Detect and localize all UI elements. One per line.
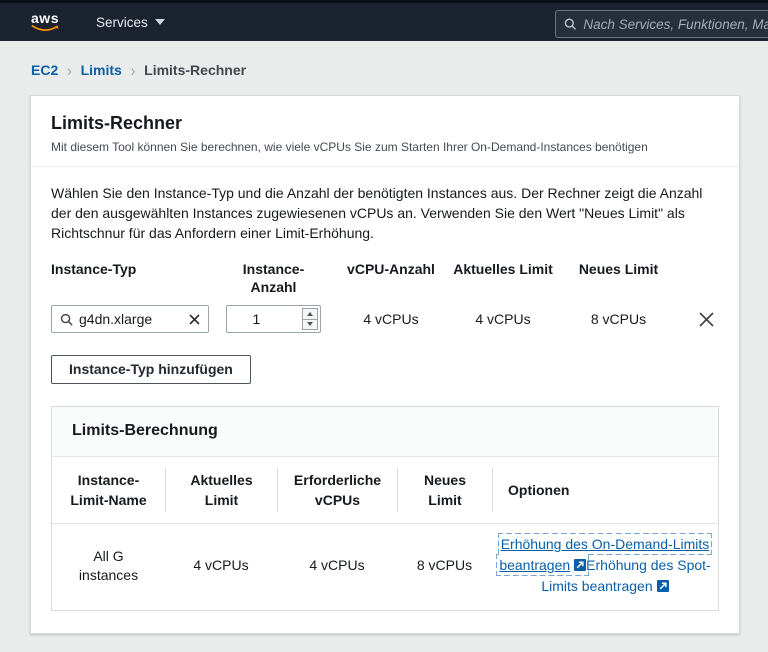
instance-type-input[interactable]	[79, 311, 189, 327]
close-icon	[189, 313, 200, 325]
search-icon	[60, 313, 73, 326]
new-limit-value: 8 vCPUs	[590, 311, 647, 327]
page-title: Limits-Rechner	[51, 113, 183, 133]
label-new-limit: Neues Limit	[578, 261, 659, 277]
chevron-down-icon	[154, 19, 165, 25]
aws-logo-text: aws	[31, 9, 59, 26]
breadcrumb-separator-icon: ›	[130, 60, 136, 80]
col-instance-limit-name: Instance-Limit-Name	[70, 472, 147, 508]
label-instance-count: Instance-Anzahl	[242, 261, 305, 295]
current-limit-value: 4 vCPUs	[475, 311, 531, 327]
top-navigation-bar: aws Services Nach Services, Funktionen, …	[0, 0, 768, 41]
add-instance-type-button[interactable]: Instance-Typ hinzufügen	[51, 355, 251, 384]
breadcrumb-current: Limits-Rechner	[144, 62, 247, 78]
calc-table-header: Instance-Limit-Name Aktuelles Limit Erfo…	[52, 457, 718, 524]
remove-row-button[interactable]	[698, 311, 715, 328]
panel-header: Limits-Rechner Mit diesem Tool können Si…	[31, 96, 739, 167]
breadcrumb: EC2 › Limits › Limits-Rechner	[31, 60, 768, 80]
instance-type-row: 4 vCPUs 4 vCPUs 8 vCPUs	[51, 305, 719, 333]
limit-name-cell: All G instances	[78, 547, 139, 583]
instance-type-search-box	[51, 305, 209, 333]
external-link-icon	[574, 559, 587, 571]
breadcrumb-limits[interactable]: Limits	[81, 62, 122, 78]
label-vcpu-count: vCPU-Anzahl	[347, 261, 435, 277]
clear-instance-type-button[interactable]	[189, 313, 200, 325]
close-icon	[698, 311, 714, 327]
limits-calculator-panel: Limits-Rechner Mit diesem Tool können Si…	[30, 95, 740, 634]
nav-search-box[interactable]: Nach Services, Funktionen, Marketp	[555, 10, 768, 38]
arrow-down-icon	[307, 322, 313, 327]
external-link-icon	[656, 580, 669, 592]
options-cell: Erhöhung des On-Demand-Limits beantragen…	[492, 533, 718, 597]
stepper-down-button[interactable]	[303, 318, 317, 330]
current-limit-cell: 4 vCPUs	[193, 557, 249, 573]
table-row: All G instances 4 vCPUs 4 vCPUs 8 vCPUs …	[52, 524, 718, 610]
aws-logo[interactable]: aws	[30, 9, 60, 33]
arrow-up-icon	[307, 311, 313, 316]
col-required-vcpus: Erforderliche vCPUs	[277, 468, 397, 512]
breadcrumb-ec2[interactable]: EC2	[31, 62, 58, 78]
search-icon	[564, 18, 576, 30]
search-placeholder: Nach Services, Funktionen, Marketp	[583, 16, 768, 32]
instance-count-box	[226, 305, 321, 333]
services-menu[interactable]: Services	[96, 15, 165, 30]
col-current-limit: Aktuelles Limit	[165, 468, 277, 512]
label-instance-type: Instance-Typ	[51, 261, 137, 277]
vcpu-count-value: 4 vCPUs	[363, 311, 419, 327]
count-stepper	[302, 308, 318, 330]
col-options: Optionen	[492, 468, 718, 512]
label-current-limit: Aktuelles Limit	[453, 261, 553, 277]
breadcrumb-separator-icon: ›	[67, 60, 72, 80]
aws-smile-icon	[31, 24, 59, 31]
calculator-description: Wählen Sie den Instance-Typ und die Anza…	[51, 185, 703, 241]
new-limit-cell: 8 vCPUs	[416, 557, 473, 573]
calc-table-title: Limits-Berechnung	[52, 407, 718, 457]
limits-calculation-container: Limits-Berechnung Instance-Limit-Name Ak…	[51, 406, 719, 611]
page-subtitle: Mit diesem Tool können Sie berechnen, wi…	[51, 140, 648, 154]
instance-count-input[interactable]	[242, 306, 305, 332]
required-vcpus-cell: 4 vCPUs	[309, 557, 365, 573]
form-column-labels: Instance-Typ Instance-Anzahl vCPU-Anzahl…	[51, 260, 719, 296]
stepper-up-button[interactable]	[303, 309, 317, 319]
panel-body: Wählen Sie den Instance-Typ und die Anza…	[31, 167, 739, 633]
col-new-limit: Neues Limit	[397, 468, 492, 512]
services-label: Services	[96, 14, 148, 30]
